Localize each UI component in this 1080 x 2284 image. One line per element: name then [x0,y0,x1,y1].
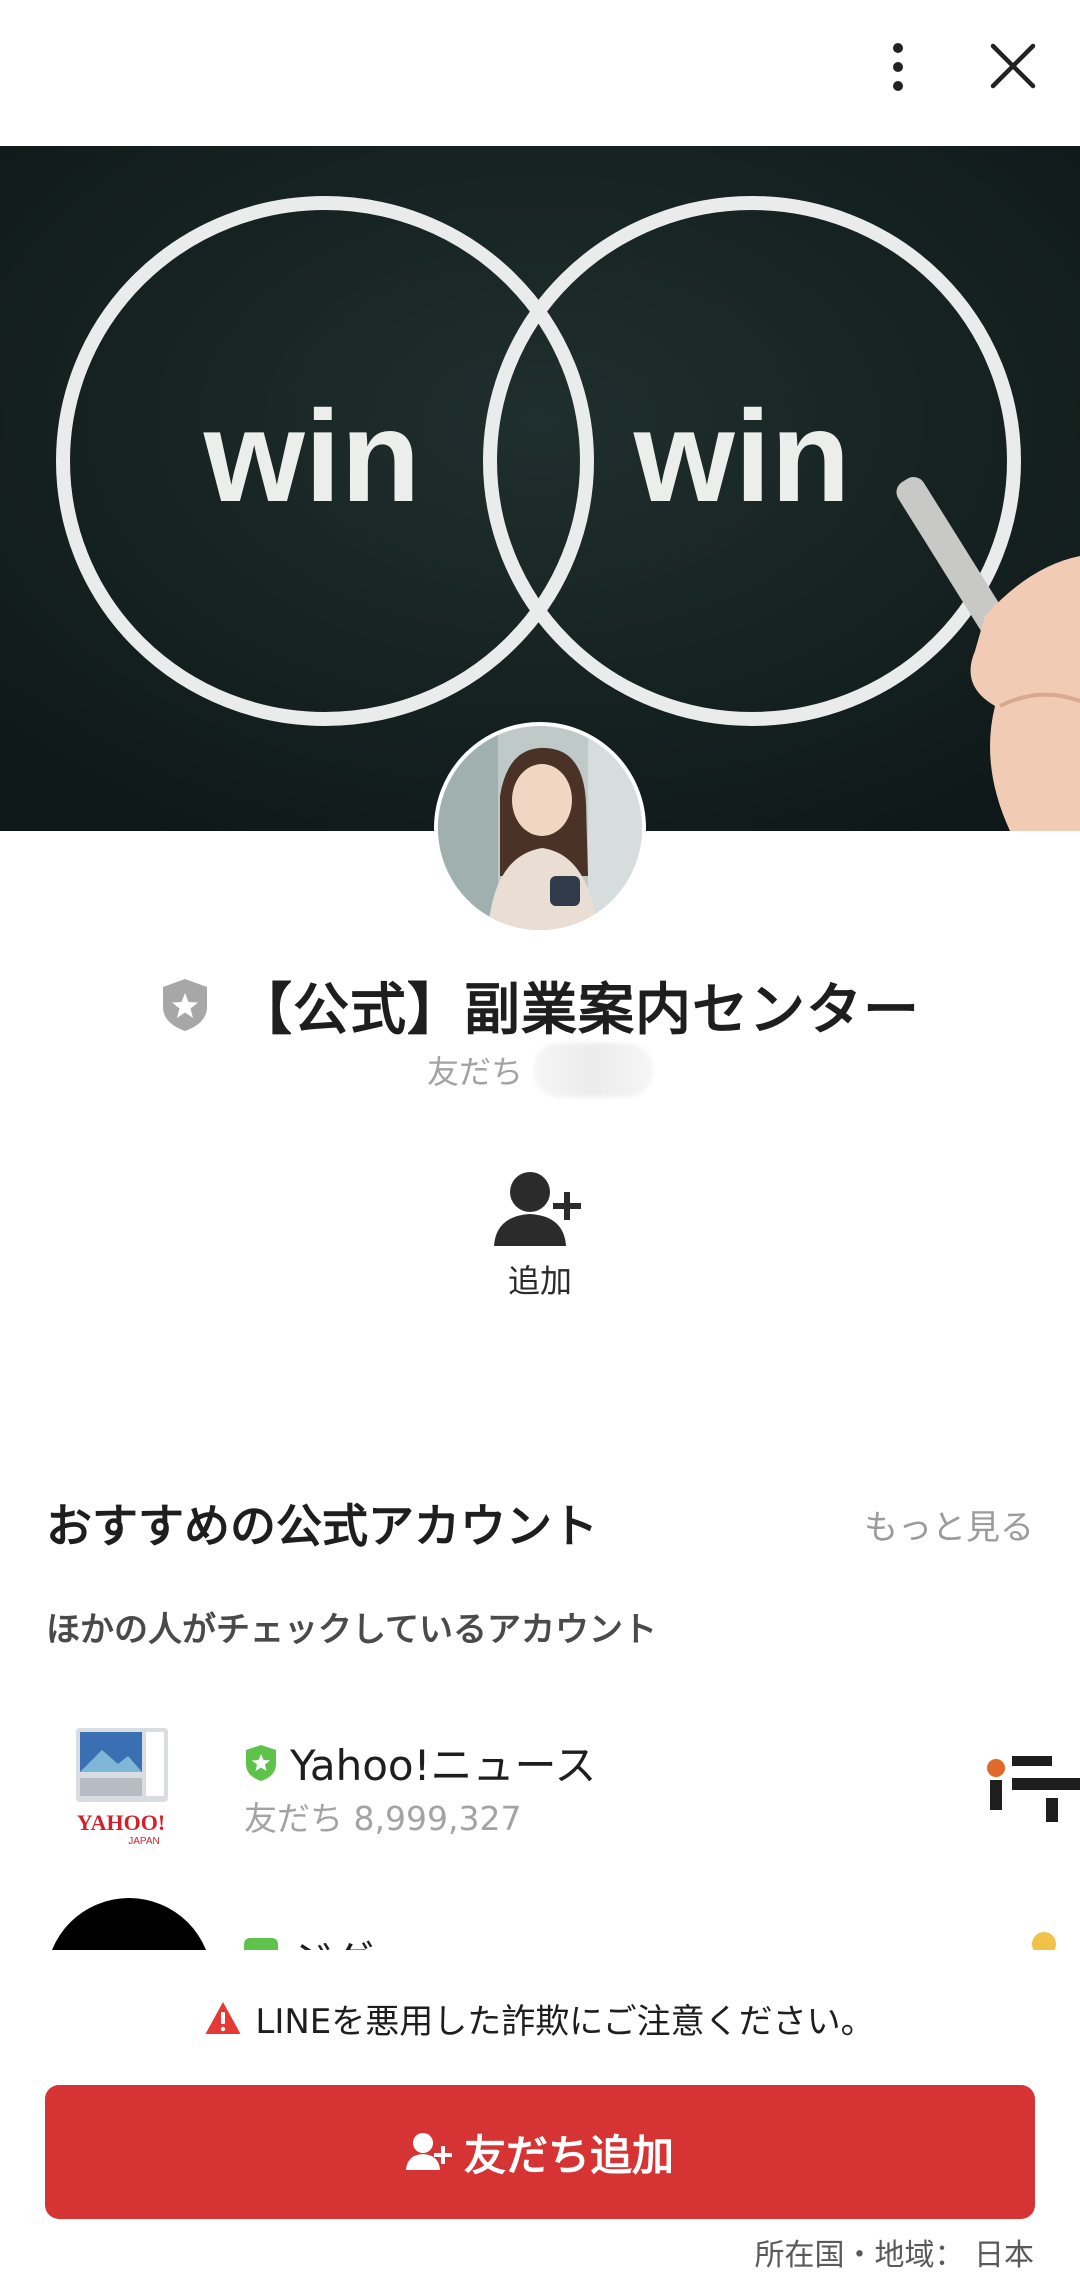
profile-avatar[interactable] [434,722,646,934]
region-info: 所在国・地域： 日本 [754,2238,1034,2273]
warning-text: LINEを悪用した詐欺にご注意ください。 [255,2001,875,2042]
add-friend-button[interactable]: 友だち追加 [45,2085,1035,2219]
verified-badge-icon [246,1744,276,1781]
recommended-account-name: ジグ… [290,1928,416,1950]
more-options-icon[interactable] [866,30,930,104]
add-label: 追加 [507,1262,572,1300]
recommended-section-title: おすすめの公式アカウント [46,1499,598,1553]
recommended-subheading: ほかの人がチェックしているアカウント [46,1610,657,1650]
add-friend-icon [405,2133,452,2170]
recommended-account-name: Yahoo!ニュース [290,1741,597,1790]
cover-right-word: win [633,383,851,529]
friends-label: 友だち [426,1053,523,1091]
recommended-account-friends: 友だち 8,999,327 [244,1799,522,1838]
add-friend-action[interactable]: 追加 [460,1170,620,1320]
recommended-account-item[interactable]: YAHOO! JAPAN Yahoo!ニュース 友だち 8,999,327 [46,1708,1080,1858]
account-name-row: 【公式】副業案内センター [0,960,1080,1050]
warning-icon [206,2002,241,2034]
shield-star-icon [163,979,207,1031]
next-account-logo-peek [1032,1932,1056,1950]
friends-count-redacted [533,1043,653,1097]
add-friend-icon [494,1172,581,1246]
next-account-logo-peek [986,1748,1080,1828]
account-name: 【公式】副業案内センター [236,977,920,1043]
see-more-link[interactable]: もっと見る [864,1500,1034,1549]
yahoo-news-logo: YAHOO! JAPAN [66,1724,176,1850]
svg-text:YAHOO!: YAHOO! [77,1810,165,1835]
recommended-account-name-row: Yahoo!ニュース [244,1732,596,1793]
top-bar [0,0,1080,146]
close-icon[interactable] [975,28,1051,104]
recommended-account-avatar [46,1898,212,1950]
svg-text:JAPAN: JAPAN [128,1836,160,1847]
recommended-account-item[interactable]: ジグ… [46,1898,1080,1950]
verified-badge-icon [244,1938,278,1950]
fraud-warning[interactable]: LINEを悪用した詐欺にご注意ください。 [0,1988,1080,2048]
cover-left-word: win [203,383,421,529]
friends-count-row: 友だち [0,1042,1080,1098]
add-friend-button-label: 友だち追加 [463,2130,674,2180]
